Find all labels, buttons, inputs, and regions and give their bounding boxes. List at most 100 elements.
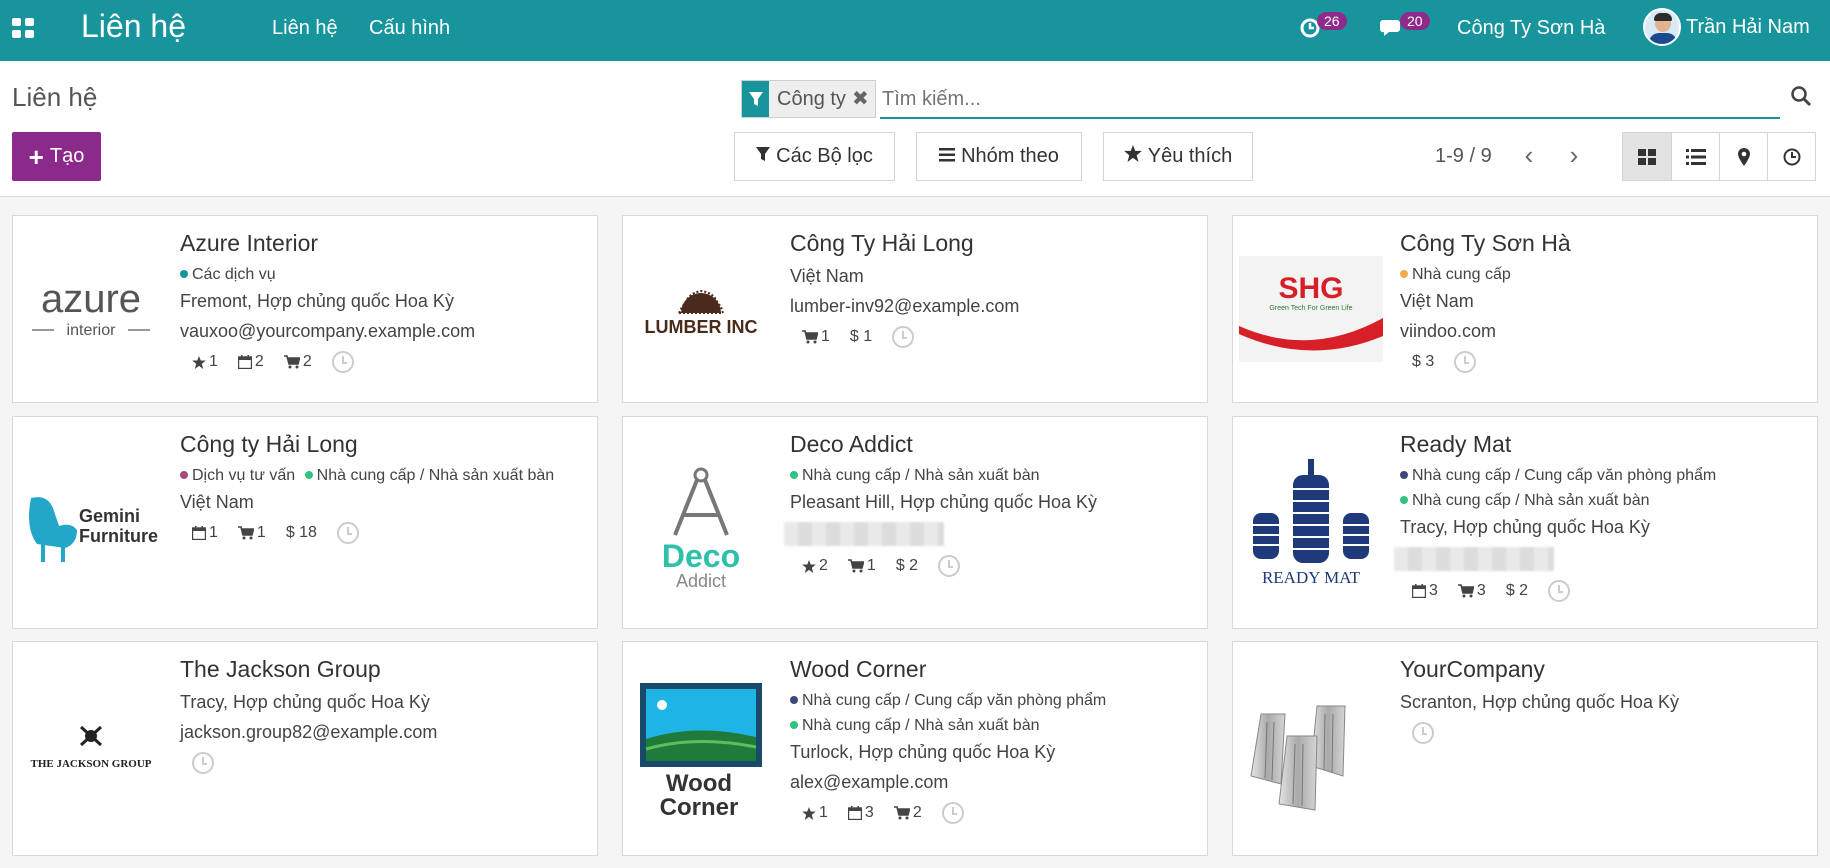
activity-view-button[interactable] [1767, 133, 1815, 180]
stat-cart[interactable]: 1 [847, 557, 876, 575]
star-icon [192, 355, 206, 369]
list-view-button[interactable] [1671, 133, 1719, 180]
tag-list: Các dịch vụ [180, 266, 587, 284]
stat-cart[interactable]: 3 [1457, 582, 1486, 600]
company-logo: READY MAT [1233, 417, 1388, 628]
stat-star[interactable]: 1 [192, 353, 218, 371]
chevron-left-icon[interactable]: ‹ [1519, 142, 1539, 170]
favorites-button[interactable]: Yêu thích [1103, 132, 1253, 181]
stat-dollar[interactable]: $ 18 [286, 524, 317, 542]
stat-calendar[interactable]: 1 [192, 524, 218, 542]
filter-icon [742, 81, 769, 117]
activity-count-badge: 26 [1317, 12, 1347, 30]
card-stats [1400, 722, 1807, 744]
activity-clock-icon[interactable] [1412, 722, 1434, 744]
contact-name[interactable]: Công ty Hải Long [180, 431, 587, 458]
contact-country: Việt Nam [1400, 291, 1474, 311]
remove-facet-icon[interactable]: ✖ [852, 81, 875, 117]
company-switcher[interactable]: Công Ty Sơn Hà [1457, 17, 1605, 40]
activity-clock-icon[interactable] [1548, 580, 1571, 602]
stat-cart[interactable]: 1 [802, 328, 830, 346]
stat-dollar[interactable]: $ 2 [896, 557, 918, 575]
messages-button[interactable]: 20 [1379, 12, 1430, 45]
stat-dollar[interactable]: $ 3 [1412, 353, 1434, 371]
create-button[interactable]: + Tạo [12, 132, 101, 181]
filters-button[interactable]: Các Bộ lọc [734, 132, 895, 181]
stat-dollar[interactable]: $ 2 [1506, 582, 1528, 600]
group-by-button[interactable]: Nhóm theo [916, 132, 1082, 181]
contact-card[interactable]: THE JACKSON GROUP The Jackson Group Trac… [12, 641, 598, 856]
stat-cart[interactable]: 2 [283, 353, 312, 371]
activity-clock-icon[interactable] [892, 326, 915, 348]
stat-calendar[interactable]: 3 [1412, 582, 1438, 600]
cart-icon [283, 355, 300, 369]
kanban-view-button[interactable] [1623, 133, 1671, 180]
stat-star[interactable]: 1 [802, 804, 828, 822]
activity-clock-icon[interactable] [192, 752, 214, 774]
contact-name[interactable]: Ready Mat [1400, 431, 1807, 458]
contact-card[interactable]: READY MAT Ready Mat Nhà cung cấp / Cung … [1232, 416, 1818, 629]
contact-card[interactable]: YourCompany Scranton, Hợp chủng quốc Hoa… [1232, 641, 1818, 856]
search-input[interactable] [880, 81, 1780, 119]
calendar-icon [192, 526, 206, 540]
activity-clock-icon[interactable] [941, 802, 964, 824]
contact-name[interactable]: YourCompany [1400, 656, 1807, 683]
contact-name[interactable]: Deco Addict [790, 431, 1197, 458]
star-icon [802, 806, 816, 820]
menu-configuration[interactable]: Cấu hình [369, 17, 450, 40]
contact-name[interactable]: Công Ty Sơn Hà [1400, 230, 1807, 257]
svg-text:Deco: Deco [661, 538, 739, 574]
svg-text:interior: interior [66, 322, 116, 339]
tag-list: Nhà cung cấp [1400, 266, 1807, 284]
contact-address: Turlock, Hợp chủng quốc Hoa Kỳ [790, 742, 1056, 762]
tag-list: Nhà cung cấp / Nhà sản xuất bàn [790, 467, 1197, 485]
tag: Nhà cung cấp [1400, 266, 1511, 283]
contact-card[interactable]: azure interior Azure Interior Các dịch v… [12, 215, 598, 403]
activity-clock-icon[interactable] [938, 555, 961, 577]
kanban-icon [1638, 148, 1656, 165]
contact-name[interactable]: Wood Corner [790, 656, 1197, 683]
stat-calendar[interactable]: 2 [237, 353, 264, 371]
apps-menu-icon[interactable] [12, 18, 34, 38]
activity-button[interactable]: 26 [1299, 12, 1347, 45]
user-menu[interactable]: Trần Hải Nam [1643, 8, 1810, 46]
tag: Nhà cung cấp / Nhà sản xuất bàn [790, 717, 1040, 734]
company-logo: LUMBER INC [623, 216, 778, 402]
stat-calendar[interactable]: 3 [847, 804, 874, 822]
card-stats: 3 3 $ 2 [1400, 580, 1807, 602]
chevron-right-icon[interactable]: › [1564, 142, 1584, 170]
activity-clock-icon[interactable] [1454, 351, 1477, 373]
contact-email: jackson.group82@example.com [180, 722, 438, 742]
stat-star[interactable]: 2 [802, 557, 828, 575]
contact-email: alex@example.com [790, 772, 949, 792]
contact-address: Fremont, Hợp chủng quốc Hoa Kỳ [180, 291, 454, 311]
contact-card[interactable]: SHG Green Tech For Green Life Công Ty Sơ… [1232, 215, 1818, 403]
tag: Nhà cung cấp / Nhà sản xuất bàn [1400, 492, 1650, 509]
menu-contacts[interactable]: Liên hệ [272, 17, 338, 40]
contact-card[interactable]: Wood Corner Wood Corner Nhà cung cấp / C… [622, 641, 1208, 856]
card-stats: 1 2 2 [180, 351, 587, 373]
company-logo: Wood Corner [623, 642, 778, 855]
search-facet-company[interactable]: Công ty ✖ [741, 80, 876, 118]
stat-cart[interactable]: 2 [893, 804, 922, 822]
activity-clock-icon[interactable] [331, 351, 354, 373]
create-button-label: Tạo [49, 145, 85, 167]
map-view-button[interactable] [1719, 133, 1767, 180]
contact-name[interactable]: Azure Interior [180, 230, 587, 257]
clock-icon [1783, 148, 1800, 165]
svg-text:Corner: Corner [659, 794, 738, 819]
search-icon[interactable] [1790, 85, 1814, 109]
contact-card[interactable]: LUMBER INC Công Ty Hải Long Việt Nam lum… [622, 215, 1208, 403]
tag: Dịch vụ tư vấn [180, 467, 295, 484]
contact-card[interactable]: Gemini Furniture Công ty Hải Long Dịch v… [12, 416, 598, 629]
star-icon [802, 559, 816, 573]
activity-clock-icon[interactable] [336, 522, 359, 544]
contact-name[interactable]: Công Ty Hải Long [790, 230, 1197, 257]
contact-card[interactable]: Deco Addict Deco Addict Nhà cung cấp / N… [622, 416, 1208, 629]
pager-value[interactable]: 1-9 / 9 [1435, 145, 1492, 168]
contact-name[interactable]: The Jackson Group [180, 656, 587, 683]
card-stats: 1 3 2 [790, 802, 1197, 824]
stat-cart[interactable]: 1 [237, 524, 266, 542]
svg-text:LUMBER INC: LUMBER INC [644, 317, 757, 337]
stat-dollar[interactable]: $ 1 [850, 328, 872, 346]
